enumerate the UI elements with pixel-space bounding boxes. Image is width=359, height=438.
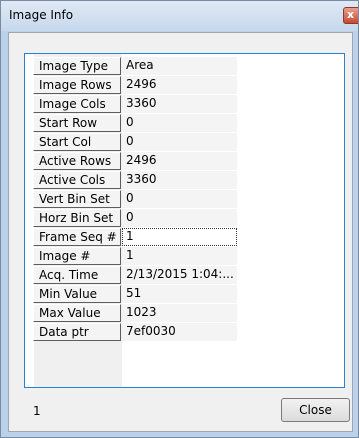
property-value-focused[interactable]: 1 bbox=[122, 228, 237, 246]
property-value[interactable]: 3360 bbox=[122, 95, 237, 113]
property-label: Max Value bbox=[33, 304, 121, 322]
property-label: Image Type bbox=[33, 57, 121, 75]
property-row[interactable]: Data ptr 7ef0030 bbox=[33, 323, 253, 341]
property-label: Active Cols bbox=[33, 171, 121, 189]
close-icon: x bbox=[347, 8, 355, 21]
property-row[interactable]: Image Type Area bbox=[33, 57, 253, 75]
property-value[interactable]: Area bbox=[122, 57, 237, 75]
property-row[interactable]: Active Cols 3360 bbox=[33, 171, 253, 189]
property-label: Image Rows bbox=[33, 76, 121, 94]
property-row[interactable]: Start Col 0 bbox=[33, 133, 253, 151]
property-value[interactable]: 0 bbox=[122, 209, 237, 227]
property-row[interactable]: Image Rows 2496 bbox=[33, 76, 253, 94]
property-label: Image Cols bbox=[33, 95, 121, 113]
property-value[interactable]: 2496 bbox=[122, 76, 237, 94]
property-label: Vert Bin Set bbox=[33, 190, 121, 208]
property-row[interactable]: Vert Bin Set 0 bbox=[33, 190, 253, 208]
property-value[interactable]: 1023 bbox=[122, 304, 237, 322]
property-value[interactable]: 0 bbox=[122, 190, 237, 208]
property-row[interactable]: Image Cols 3360 bbox=[33, 95, 253, 113]
property-label: Image # bbox=[33, 247, 121, 265]
property-row[interactable]: Image # 1 bbox=[33, 247, 253, 265]
property-row[interactable]: Max Value 1023 bbox=[33, 304, 253, 322]
property-label: Start Row bbox=[33, 114, 121, 132]
property-value[interactable]: 0 bbox=[122, 133, 237, 151]
property-label: Data ptr bbox=[33, 323, 121, 341]
property-value[interactable]: 0 bbox=[122, 114, 237, 132]
property-value[interactable]: 51 bbox=[122, 285, 237, 303]
property-label: Min Value bbox=[33, 285, 121, 303]
property-row[interactable]: Active Rows 2496 bbox=[33, 152, 253, 170]
title-bar[interactable]: Image Info x bbox=[1, 1, 358, 31]
property-row[interactable]: Acq. Time 2/13/2015 1:04:... bbox=[33, 266, 253, 284]
property-value[interactable]: 3360 bbox=[122, 171, 237, 189]
property-row[interactable]: Start Row 0 bbox=[33, 114, 253, 132]
window-title: Image Info bbox=[9, 8, 74, 22]
window-close-button[interactable]: x bbox=[343, 7, 358, 24]
status-text: 1 bbox=[33, 404, 41, 418]
property-value[interactable]: 7ef0030 bbox=[122, 323, 237, 341]
image-info-list[interactable]: Image Type Area Image Rows 2496 Image Co… bbox=[24, 53, 345, 388]
property-label: Active Rows bbox=[33, 152, 121, 170]
property-value[interactable]: 1 bbox=[122, 247, 237, 265]
close-button[interactable]: Close bbox=[281, 398, 350, 422]
property-rows: Image Type Area Image Rows 2496 Image Co… bbox=[33, 57, 253, 342]
property-label: Frame Seq # bbox=[33, 228, 121, 246]
property-row[interactable]: Frame Seq # 1 bbox=[33, 228, 253, 246]
property-label: Start Col bbox=[33, 133, 121, 151]
property-label: Acq. Time bbox=[33, 266, 121, 284]
property-value[interactable]: 2/13/2015 1:04:... bbox=[122, 266, 237, 284]
property-row[interactable]: Horz Bin Set 0 bbox=[33, 209, 253, 227]
property-row[interactable]: Min Value 51 bbox=[33, 285, 253, 303]
property-value[interactable]: 2496 bbox=[122, 152, 237, 170]
property-label: Horz Bin Set bbox=[33, 209, 121, 227]
